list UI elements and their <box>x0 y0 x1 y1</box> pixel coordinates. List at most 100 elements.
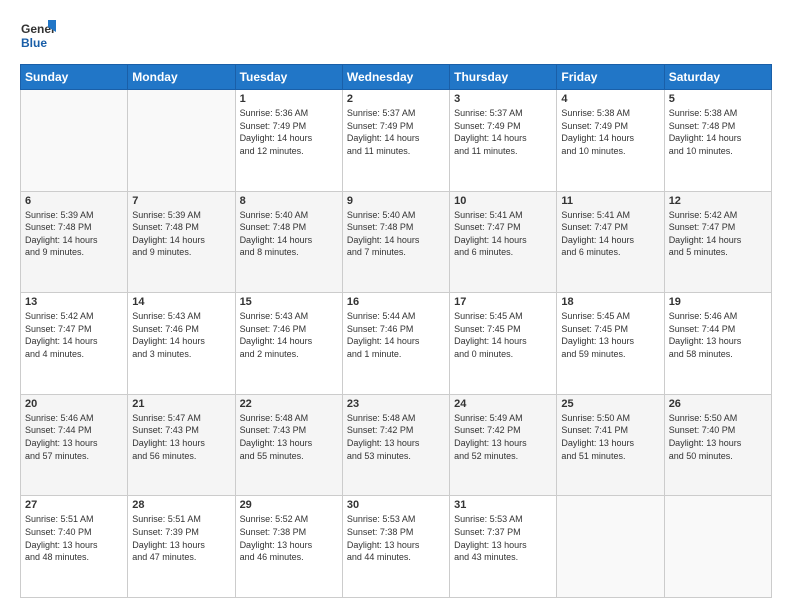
calendar-cell: 22 Sunrise: 5:48 AM Sunset: 7:43 PM Dayli… <box>235 394 342 496</box>
day-info: Sunrise: 5:36 AM Sunset: 7:49 PM Dayligh… <box>240 107 338 157</box>
day-number: 19 <box>669 296 767 308</box>
day-info: Sunrise: 5:50 AM Sunset: 7:40 PM Dayligh… <box>669 412 767 462</box>
day-number: 24 <box>454 398 552 410</box>
day-number: 30 <box>347 499 445 511</box>
week-row-4: 20 Sunrise: 5:46 AM Sunset: 7:44 PM Dayli… <box>21 394 772 496</box>
calendar-cell <box>128 90 235 192</box>
weekday-header-monday: Monday <box>128 65 235 90</box>
calendar-cell: 27 Sunrise: 5:51 AM Sunset: 7:40 PM Dayli… <box>21 496 128 598</box>
day-number: 23 <box>347 398 445 410</box>
day-number: 28 <box>132 499 230 511</box>
day-number: 3 <box>454 93 552 105</box>
calendar-cell: 15Sunrise: 5:43 AM Sunset: 7:46 PM Dayli… <box>235 293 342 395</box>
day-number: 1 <box>240 93 338 105</box>
logo: General Blue <box>20 18 56 54</box>
day-info: Sunrise: 5:43 AM Sunset: 7:46 PM Dayligh… <box>132 310 230 360</box>
day-number: 22 <box>240 398 338 410</box>
calendar-cell: 25 Sunrise: 5:50 AM Sunset: 7:41 PM Dayli… <box>557 394 664 496</box>
day-number: 5 <box>669 93 767 105</box>
day-info: Sunrise: 5:37 AM Sunset: 7:49 PM Dayligh… <box>347 107 445 157</box>
calendar-cell: 14 Sunrise: 5:43 AM Sunset: 7:46 PM Dayli… <box>128 293 235 395</box>
day-info: Sunrise: 5:44 AM Sunset: 7:46 PM Dayligh… <box>347 310 445 360</box>
day-number: 2 <box>347 93 445 105</box>
calendar-cell: 26Sunrise: 5:50 AM Sunset: 7:40 PM Dayli… <box>664 394 771 496</box>
day-number: 14 <box>132 296 230 308</box>
day-number: 17 <box>454 296 552 308</box>
day-info: Sunrise: 5:46 AM Sunset: 7:44 PM Dayligh… <box>669 310 767 360</box>
day-info: Sunrise: 5:50 AM Sunset: 7:41 PM Dayligh… <box>561 412 659 462</box>
calendar-cell: 1 Sunrise: 5:36 AM Sunset: 7:49 PM Daylig… <box>235 90 342 192</box>
calendar-cell: 9 Sunrise: 5:40 AM Sunset: 7:48 PM Daylig… <box>342 191 449 293</box>
day-info: Sunrise: 5:48 AM Sunset: 7:43 PM Dayligh… <box>240 412 338 462</box>
calendar-cell: 30 Sunrise: 5:53 AM Sunset: 7:38 PM Dayli… <box>342 496 449 598</box>
day-info: Sunrise: 5:41 AM Sunset: 7:47 PM Dayligh… <box>561 209 659 259</box>
day-info: Sunrise: 5:42 AM Sunset: 7:47 PM Dayligh… <box>669 209 767 259</box>
weekday-header-saturday: Saturday <box>664 65 771 90</box>
weekday-header-friday: Friday <box>557 65 664 90</box>
calendar-cell: 6 Sunrise: 5:39 AM Sunset: 7:48 PM Daylig… <box>21 191 128 293</box>
calendar-cell: 13 Sunrise: 5:42 AM Sunset: 7:47 PM Dayli… <box>21 293 128 395</box>
day-number: 18 <box>561 296 659 308</box>
weekday-header-row: SundayMondayTuesdayWednesdayThursdayFrid… <box>21 65 772 90</box>
day-number: 7 <box>132 195 230 207</box>
weekday-header-thursday: Thursday <box>450 65 557 90</box>
day-info: Sunrise: 5:38 AM Sunset: 7:49 PM Dayligh… <box>561 107 659 157</box>
day-number: 29 <box>240 499 338 511</box>
day-number: 9 <box>347 195 445 207</box>
day-info: Sunrise: 5:47 AM Sunset: 7:43 PM Dayligh… <box>132 412 230 462</box>
calendar-cell: 8 Sunrise: 5:40 AM Sunset: 7:48 PM Daylig… <box>235 191 342 293</box>
calendar-cell: 21 Sunrise: 5:47 AM Sunset: 7:43 PM Dayli… <box>128 394 235 496</box>
day-info: Sunrise: 5:39 AM Sunset: 7:48 PM Dayligh… <box>25 209 123 259</box>
week-row-1: 1 Sunrise: 5:36 AM Sunset: 7:49 PM Daylig… <box>21 90 772 192</box>
day-info: Sunrise: 5:39 AM Sunset: 7:48 PM Dayligh… <box>132 209 230 259</box>
day-info: Sunrise: 5:53 AM Sunset: 7:37 PM Dayligh… <box>454 513 552 563</box>
calendar-cell: 28 Sunrise: 5:51 AM Sunset: 7:39 PM Dayli… <box>128 496 235 598</box>
day-info: Sunrise: 5:40 AM Sunset: 7:48 PM Dayligh… <box>240 209 338 259</box>
day-info: Sunrise: 5:49 AM Sunset: 7:42 PM Dayligh… <box>454 412 552 462</box>
day-number: 13 <box>25 296 123 308</box>
calendar-table: SundayMondayTuesdayWednesdayThursdayFrid… <box>20 64 772 598</box>
calendar-cell: 23Sunrise: 5:48 AM Sunset: 7:42 PM Dayli… <box>342 394 449 496</box>
header: General Blue <box>20 18 772 54</box>
day-info: Sunrise: 5:51 AM Sunset: 7:40 PM Dayligh… <box>25 513 123 563</box>
calendar-cell: 19 Sunrise: 5:46 AM Sunset: 7:44 PM Dayli… <box>664 293 771 395</box>
week-row-3: 13 Sunrise: 5:42 AM Sunset: 7:47 PM Dayli… <box>21 293 772 395</box>
day-number: 15 <box>240 296 338 308</box>
day-number: 16 <box>347 296 445 308</box>
calendar-cell: 20 Sunrise: 5:46 AM Sunset: 7:44 PM Dayli… <box>21 394 128 496</box>
day-number: 20 <box>25 398 123 410</box>
day-info: Sunrise: 5:42 AM Sunset: 7:47 PM Dayligh… <box>25 310 123 360</box>
day-number: 27 <box>25 499 123 511</box>
day-info: Sunrise: 5:45 AM Sunset: 7:45 PM Dayligh… <box>561 310 659 360</box>
day-number: 8 <box>240 195 338 207</box>
calendar-cell <box>557 496 664 598</box>
calendar-cell: 5Sunrise: 5:38 AM Sunset: 7:48 PM Daylig… <box>664 90 771 192</box>
weekday-header-tuesday: Tuesday <box>235 65 342 90</box>
calendar-cell: 10Sunrise: 5:41 AM Sunset: 7:47 PM Dayli… <box>450 191 557 293</box>
weekday-header-sunday: Sunday <box>21 65 128 90</box>
day-number: 12 <box>669 195 767 207</box>
calendar-cell: 31 Sunrise: 5:53 AM Sunset: 7:37 PM Dayli… <box>450 496 557 598</box>
day-number: 4 <box>561 93 659 105</box>
day-info: Sunrise: 5:51 AM Sunset: 7:39 PM Dayligh… <box>132 513 230 563</box>
day-number: 31 <box>454 499 552 511</box>
day-number: 21 <box>132 398 230 410</box>
day-info: Sunrise: 5:53 AM Sunset: 7:38 PM Dayligh… <box>347 513 445 563</box>
calendar-cell: 24 Sunrise: 5:49 AM Sunset: 7:42 PM Dayli… <box>450 394 557 496</box>
calendar-cell: 17Sunrise: 5:45 AM Sunset: 7:45 PM Dayli… <box>450 293 557 395</box>
calendar-cell: 11 Sunrise: 5:41 AM Sunset: 7:47 PM Dayli… <box>557 191 664 293</box>
day-number: 11 <box>561 195 659 207</box>
calendar-cell: 7 Sunrise: 5:39 AM Sunset: 7:48 PM Daylig… <box>128 191 235 293</box>
day-number: 6 <box>25 195 123 207</box>
svg-text:Blue: Blue <box>21 36 47 50</box>
calendar-cell: 16 Sunrise: 5:44 AM Sunset: 7:46 PM Dayli… <box>342 293 449 395</box>
calendar-cell: 12 Sunrise: 5:42 AM Sunset: 7:47 PM Dayli… <box>664 191 771 293</box>
day-info: Sunrise: 5:37 AM Sunset: 7:49 PM Dayligh… <box>454 107 552 157</box>
weekday-header-wednesday: Wednesday <box>342 65 449 90</box>
day-info: Sunrise: 5:46 AM Sunset: 7:44 PM Dayligh… <box>25 412 123 462</box>
day-info: Sunrise: 5:40 AM Sunset: 7:48 PM Dayligh… <box>347 209 445 259</box>
day-number: 25 <box>561 398 659 410</box>
page: General Blue SundayMondayTuesdayWednesda… <box>0 0 792 612</box>
day-number: 10 <box>454 195 552 207</box>
calendar-cell <box>21 90 128 192</box>
